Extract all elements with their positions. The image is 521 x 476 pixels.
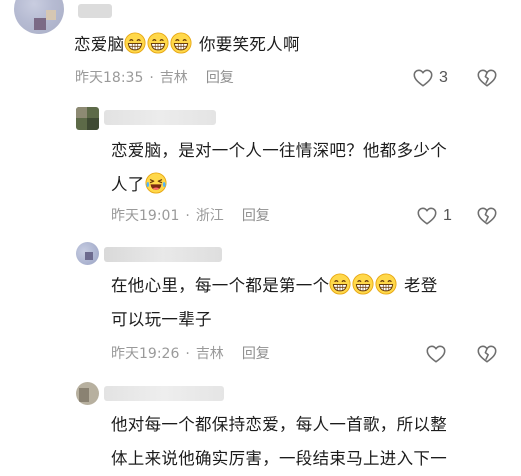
separator: ·: [185, 208, 190, 224]
comment-text: 人了: [111, 168, 168, 202]
comment-text-part: 你要笑死人啊: [198, 35, 300, 54]
grinning-emoji-icon: [170, 32, 192, 54]
comment-location: 浙江: [195, 208, 224, 224]
comment-time: 昨天19:01: [111, 208, 180, 224]
avatar-detail: [76, 107, 87, 118]
laughing-tears-emoji-icon: [145, 172, 167, 194]
like-count: 3: [439, 69, 448, 86]
comment-text-line: 他对每一个都保持恋爱，每人一首歌，所以整: [111, 415, 447, 434]
avatar-detail: [46, 10, 56, 20]
avatar[interactable]: [76, 382, 99, 405]
reply-button[interactable]: 回复: [242, 208, 270, 224]
username-blurred[interactable]: [104, 110, 216, 125]
grinning-emoji-icon: [147, 32, 169, 54]
comment-text-line: 可以玩一辈子: [111, 310, 212, 329]
comment-time: 昨天19:26: [111, 346, 180, 362]
avatar-detail: [85, 252, 93, 260]
like-button[interactable]: 1: [416, 205, 452, 227]
broken-heart-icon: [476, 67, 498, 89]
heart-outline-icon: [412, 67, 434, 89]
comment-location: 吉林: [195, 346, 224, 362]
comment-text-part: 恋爱脑: [74, 35, 125, 54]
like-button[interactable]: [425, 343, 447, 365]
broken-heart-icon: [476, 205, 498, 227]
broken-heart-icon: [476, 343, 498, 365]
avatar[interactable]: [76, 107, 99, 130]
avatar[interactable]: [76, 242, 99, 265]
heart-outline-icon: [425, 343, 447, 365]
username-blurred[interactable]: [104, 247, 222, 262]
grinning-emoji-icon: [329, 273, 351, 295]
like-button[interactable]: 3: [412, 67, 448, 89]
heart-outline-icon: [416, 205, 438, 227]
comment-text: 恋爱脑，是对一个人一往情深吧？他都多少个: [111, 134, 447, 168]
dislike-button[interactable]: [476, 343, 498, 365]
comment-meta: 昨天19:01 · 浙江 回复: [111, 207, 270, 225]
username-blurred[interactable]: [78, 4, 112, 18]
comment-text: 体上来说他确实厉害，一段结束马上进入下一: [111, 442, 447, 476]
grinning-emoji-icon: [375, 273, 397, 295]
comment-meta: 昨天18:35 · 吉林 回复: [75, 69, 234, 87]
avatar-detail: [79, 388, 89, 402]
comment-location: 吉林: [159, 70, 188, 86]
avatar[interactable]: [14, 0, 64, 34]
grinning-emoji-icon: [352, 273, 374, 295]
reply-button[interactable]: 回复: [242, 346, 270, 362]
comment-text: 恋爱脑 你要笑死人啊: [74, 28, 300, 62]
like-count: 1: [443, 207, 452, 224]
avatar-detail: [87, 118, 99, 130]
comment-text-line: 体上来说他确实厉害，一段结束马上进入下一: [111, 449, 447, 468]
username-blurred[interactable]: [104, 386, 224, 401]
comment-text: 可以玩一辈子: [111, 303, 212, 337]
comment-meta: 昨天19:26 · 吉林 回复: [111, 345, 270, 363]
comment-text: 在他心里，每一个都是第一个 老登: [111, 269, 438, 303]
avatar-detail: [34, 18, 46, 30]
comment-text-part: 人了: [111, 175, 145, 194]
reply-button[interactable]: 回复: [206, 70, 234, 86]
comment-text-line: 恋爱脑，是对一个人一往情深吧？他都多少个: [111, 141, 447, 160]
comment-text-part: 在他心里，每一个都是第一个: [111, 276, 330, 295]
dislike-button[interactable]: [476, 67, 498, 89]
grinning-emoji-icon: [124, 32, 146, 54]
comment-text-part: 老登: [403, 276, 438, 295]
dislike-button[interactable]: [476, 205, 498, 227]
comment-time: 昨天18:35: [75, 70, 144, 86]
separator: ·: [149, 70, 154, 86]
comment-text: 他对每一个都保持恋爱，每人一首歌，所以整: [111, 408, 447, 442]
separator: ·: [185, 346, 190, 362]
